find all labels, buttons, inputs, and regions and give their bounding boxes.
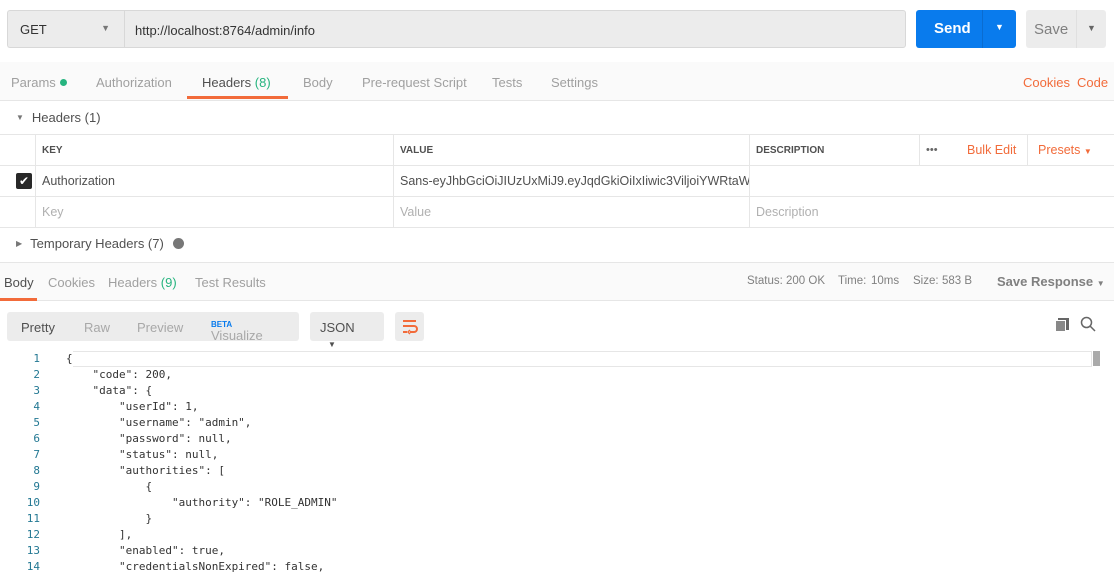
- code-line: "data": {: [66, 383, 153, 399]
- code-line: ],: [66, 527, 133, 543]
- response-tab-body[interactable]: Body: [4, 275, 34, 290]
- line-number: 8: [33, 464, 40, 477]
- size-label: Size:: [913, 275, 939, 287]
- view-mode-selector: Pretty Raw Preview Visualize BETA: [7, 312, 299, 343]
- tab-settings[interactable]: Settings: [551, 75, 598, 90]
- bulk-edit-button[interactable]: Bulk Edit: [959, 135, 1027, 165]
- active-response-tab-underline: [0, 298, 37, 301]
- wrap-lines-button[interactable]: [395, 312, 424, 341]
- header-key-field[interactable]: Authorization: [35, 166, 393, 196]
- table-row: ✔ Authorization Sans-eyJhbGciOiJIUzUxMiJ…: [0, 165, 1114, 196]
- line-number: 11: [26, 512, 40, 525]
- format-select[interactable]: JSON ▼: [310, 312, 384, 349]
- chevron-down-icon: ▼: [1083, 147, 1092, 156]
- tab-headers[interactable]: Headers (8): [202, 75, 271, 90]
- code-line: "enabled": true,: [66, 543, 225, 559]
- line-number: 3: [33, 384, 40, 397]
- column-key: KEY: [35, 135, 393, 165]
- row-enabled-checkbox[interactable]: ✔: [16, 173, 32, 189]
- line-number: 1: [33, 352, 40, 365]
- caret-right-icon: ▶: [16, 239, 23, 248]
- more-options-icon[interactable]: •••: [919, 135, 959, 165]
- column-description: DESCRIPTION: [749, 135, 919, 165]
- code-line: "status": null,: [66, 447, 219, 463]
- send-options-chevron-icon[interactable]: ▼: [982, 10, 1016, 48]
- temporary-headers-toggle[interactable]: ▶ Temporary Headers (7): [16, 236, 185, 251]
- tab-pre-request-script[interactable]: Pre-request Script: [362, 75, 467, 90]
- size-value: 583 B: [942, 275, 973, 287]
- time-value: 10ms: [871, 275, 900, 287]
- info-icon[interactable]: [173, 238, 185, 249]
- save-button[interactable]: Save ▼: [1026, 10, 1106, 48]
- line-number: 9: [33, 480, 40, 493]
- status-value: 200 OK: [786, 275, 825, 287]
- status-label: Status:: [747, 275, 783, 287]
- active-tab-underline: [187, 96, 288, 99]
- current-line-highlight: [66, 351, 1092, 367]
- presets-dropdown[interactable]: Presets ▼: [1027, 135, 1114, 165]
- tab-authorization[interactable]: Authorization: [96, 75, 172, 90]
- send-button[interactable]: Send ▼: [916, 10, 1016, 48]
- table-row-new: Key Value Description: [0, 196, 1114, 228]
- code-line: }: [66, 511, 153, 527]
- response-tab-headers[interactable]: Headers (9): [108, 275, 177, 290]
- header-value-field[interactable]: Sans-eyJhbGciOiJIUzUxMiJ9.eyJqdGkiOiIxIi…: [393, 166, 749, 196]
- save-response-button[interactable]: Save Response ▼: [997, 274, 1105, 289]
- header-description-field[interactable]: [749, 166, 1114, 196]
- code-link[interactable]: Code: [1077, 75, 1108, 90]
- line-number: 2: [33, 368, 40, 381]
- line-number: 12: [26, 528, 40, 541]
- code-line: "authorities": [: [66, 463, 225, 479]
- line-number: 6: [33, 432, 40, 445]
- scrollbar-thumb[interactable]: [1093, 351, 1100, 366]
- new-description-input[interactable]: Description: [749, 197, 1114, 227]
- copy-icon[interactable]: [1055, 318, 1069, 332]
- chevron-down-icon: ▼: [1096, 279, 1105, 288]
- view-pretty[interactable]: Pretty: [21, 320, 55, 335]
- response-bar: Body Cookies Headers (9) Test Results St…: [0, 262, 1114, 301]
- save-options-chevron-icon[interactable]: ▼: [1076, 10, 1106, 48]
- response-tab-cookies[interactable]: Cookies: [48, 275, 95, 290]
- code-line: "userId": 1,: [66, 399, 199, 415]
- method-select[interactable]: GET ▼: [7, 10, 124, 48]
- tab-body[interactable]: Body: [303, 75, 333, 90]
- headers-section-toggle[interactable]: ▼ Headers (1): [16, 110, 101, 125]
- url-input[interactable]: http://localhost:8764/admin/info: [124, 10, 906, 48]
- line-number: 10: [26, 496, 40, 509]
- new-value-input[interactable]: Value: [393, 197, 749, 227]
- line-number: 4: [33, 400, 40, 413]
- wrap-icon: [403, 320, 418, 335]
- column-value: VALUE: [393, 135, 749, 165]
- new-key-input[interactable]: Key: [35, 197, 393, 227]
- view-visualize[interactable]: Visualize BETA: [211, 320, 263, 343]
- line-number: 7: [33, 448, 40, 461]
- code-line: {: [66, 479, 153, 495]
- view-preview[interactable]: Preview: [137, 320, 183, 335]
- chevron-down-icon: ▼: [328, 340, 336, 349]
- code-line: {: [66, 351, 73, 367]
- code-line: "password": null,: [66, 431, 232, 447]
- code-line: "username": "admin",: [66, 415, 252, 431]
- cookies-link[interactable]: Cookies: [1023, 75, 1070, 90]
- line-number: 5: [33, 416, 40, 429]
- tab-tests[interactable]: Tests: [492, 75, 522, 90]
- table-header-row: KEY VALUE DESCRIPTION ••• Bulk Edit Pres…: [0, 134, 1114, 165]
- caret-down-icon: ▼: [16, 113, 24, 122]
- search-icon[interactable]: [1080, 316, 1096, 335]
- view-raw[interactable]: Raw: [84, 320, 110, 335]
- line-number: 13: [26, 544, 40, 557]
- tab-params[interactable]: Params: [11, 75, 67, 90]
- response-body-editor[interactable]: 1 {2 "code": 200, 3 "data": { 4 "userId": 1…: [0, 351, 1114, 575]
- request-tabs: Params Authorization Headers (8) Body Pr…: [0, 62, 1114, 101]
- code-line: "authority": "ROLE_ADMIN": [66, 495, 338, 511]
- chevron-down-icon: ▼: [101, 23, 110, 33]
- params-indicator-dot: [59, 79, 67, 86]
- response-tab-test-results[interactable]: Test Results: [195, 275, 266, 290]
- code-line: "code": 200,: [66, 367, 172, 383]
- time-label: Time:: [838, 275, 867, 287]
